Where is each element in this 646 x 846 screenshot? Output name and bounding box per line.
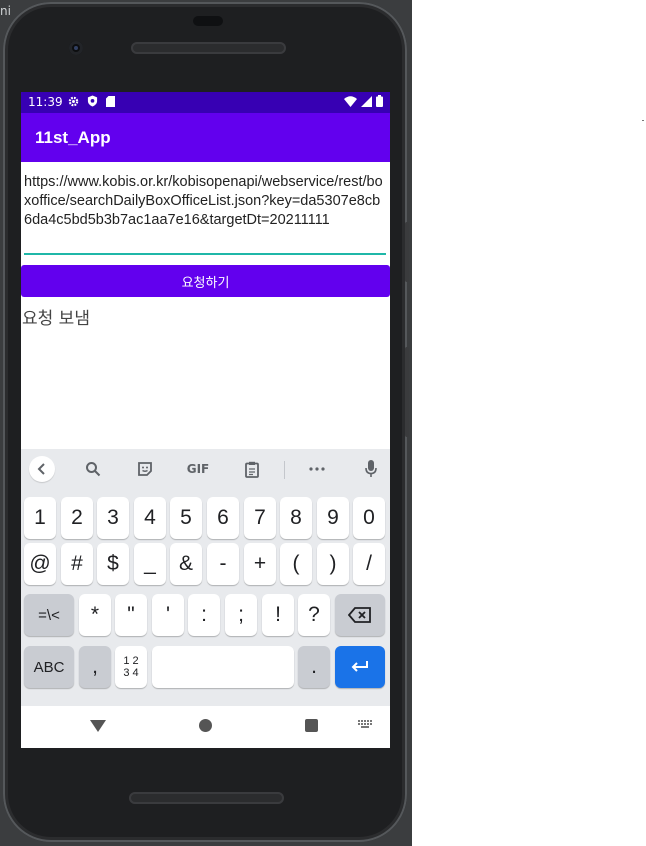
microphone-icon[interactable] [359, 457, 383, 481]
status-icons-right [344, 95, 383, 107]
key-exclamation[interactable]: ! [262, 594, 294, 636]
enter-key[interactable] [335, 646, 385, 688]
key-7[interactable]: 7 [244, 497, 276, 539]
key-more-symbols[interactable]: =\< [24, 594, 74, 636]
shield-icon [87, 95, 98, 107]
space-key[interactable] [152, 646, 294, 688]
result-text: 요청 보냄 [22, 309, 90, 329]
toolbar-divider [284, 461, 285, 479]
key-slash[interactable]: / [353, 543, 385, 585]
backspace-key[interactable] [335, 594, 385, 636]
key-0[interactable]: 0 [353, 497, 385, 539]
keyboard-back-icon[interactable] [29, 456, 55, 482]
bottom-speaker [129, 792, 284, 804]
key-8[interactable]: 8 [280, 497, 312, 539]
key-underscore[interactable]: _ [134, 543, 166, 585]
desktop-mark [642, 120, 644, 121]
desktop-text-fragment: ni [0, 4, 11, 18]
recents-icon[interactable] [305, 719, 318, 732]
clipboard-icon[interactable] [240, 457, 264, 481]
key-at[interactable]: @ [24, 543, 56, 585]
key-ampersand[interactable]: & [170, 543, 202, 585]
phone-power-button [405, 222, 409, 282]
key-5[interactable]: 5 [170, 497, 202, 539]
navigation-bar [21, 706, 390, 748]
front-camera [69, 41, 83, 55]
status-icons-left [68, 95, 115, 107]
key-3[interactable]: 3 [97, 497, 129, 539]
backspace-icon [348, 607, 371, 623]
key-asterisk[interactable]: * [79, 594, 111, 636]
key-dollar[interactable]: $ [97, 543, 129, 585]
key-6[interactable]: 6 [207, 497, 239, 539]
keyboard-switch-icon[interactable] [358, 720, 373, 730]
sd-card-icon [106, 95, 115, 107]
numpad-key-bottom: 3 4 [123, 667, 139, 679]
key-period[interactable]: . [298, 646, 330, 688]
more-icon[interactable] [305, 457, 329, 481]
status-bar: 11:39 [21, 92, 390, 113]
front-sensor [193, 16, 223, 26]
key-1[interactable]: 1 [24, 497, 56, 539]
key-semicolon[interactable]: ; [225, 594, 257, 636]
key-2[interactable]: 2 [61, 497, 93, 539]
enter-icon [351, 661, 368, 672]
phone-screen: 11:39 11st_App https://www.kobis.or.kr/k… [21, 92, 390, 748]
request-button[interactable]: 요청하기 [21, 265, 390, 297]
app-title: 11st_App [35, 128, 111, 147]
numpad-key[interactable]: 1 2 3 4 [115, 646, 147, 688]
wifi-icon [344, 95, 357, 107]
battery-icon [376, 95, 383, 107]
key-plus[interactable]: + [244, 543, 276, 585]
signal-icon [361, 95, 372, 107]
abc-key[interactable]: ABC [24, 646, 74, 688]
numpad-key-top: 1 2 [123, 655, 139, 667]
key-colon[interactable]: : [188, 594, 220, 636]
phone-volume-button [405, 347, 409, 437]
gear-icon [68, 96, 79, 106]
home-icon[interactable] [199, 719, 212, 732]
app-bar: 11st_App [21, 113, 390, 162]
key-minus[interactable]: - [207, 543, 239, 585]
key-double-quote[interactable]: " [115, 594, 147, 636]
soft-keyboard: GIF 1 2 3 4 5 6 7 8 9 0 @ # $ _ & - + (… [21, 449, 390, 706]
keyboard-toolbar: GIF [21, 449, 390, 489]
sticker-icon[interactable] [133, 457, 157, 481]
key-question[interactable]: ? [298, 594, 330, 636]
earpiece-speaker [131, 42, 286, 54]
key-9[interactable]: 9 [317, 497, 349, 539]
key-single-quote[interactable]: ' [152, 594, 184, 636]
key-4[interactable]: 4 [134, 497, 166, 539]
gif-button[interactable]: GIF [186, 457, 210, 481]
search-icon[interactable] [81, 457, 105, 481]
back-icon[interactable] [90, 720, 106, 732]
key-open-paren[interactable]: ( [280, 543, 312, 585]
key-comma[interactable]: , [79, 646, 111, 688]
key-hash[interactable]: # [61, 543, 93, 585]
url-input[interactable]: https://www.kobis.or.kr/kobisopenapi/web… [24, 173, 386, 255]
key-close-paren[interactable]: ) [317, 543, 349, 585]
status-time: 11:39 [28, 95, 63, 109]
